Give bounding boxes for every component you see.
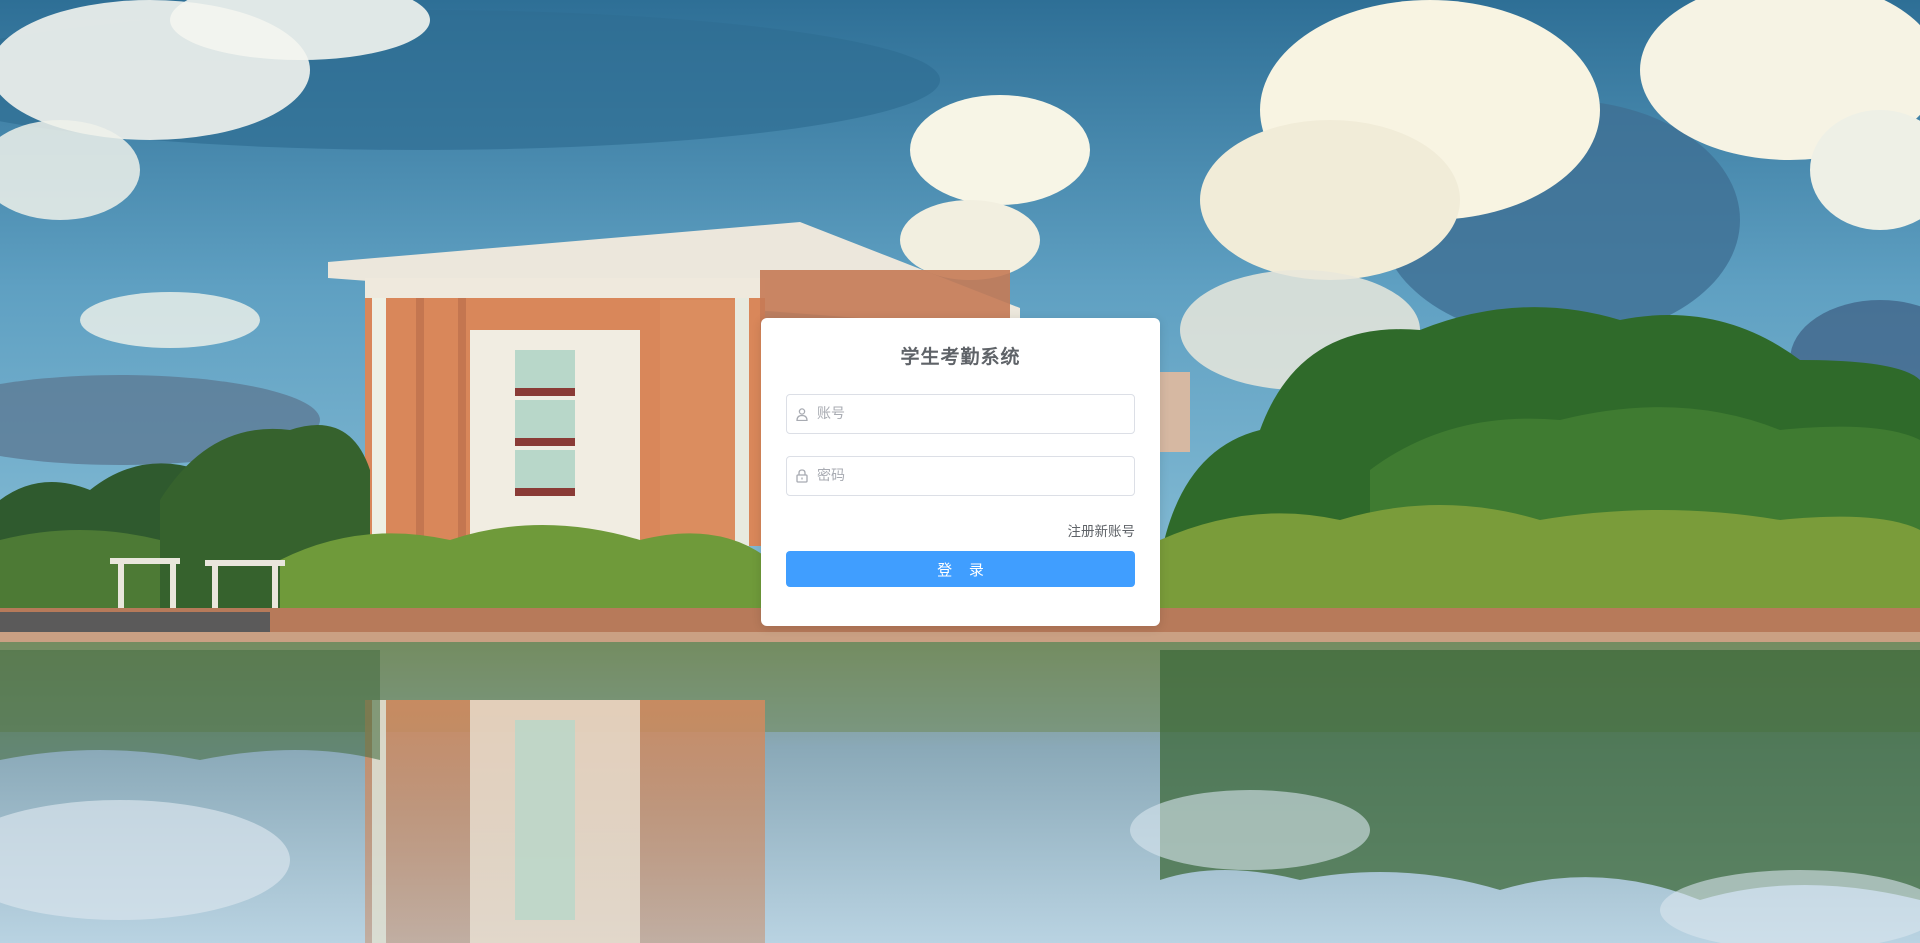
user-icon — [787, 395, 817, 433]
lock-icon — [787, 457, 817, 495]
login-button[interactable]: 登 录 — [786, 551, 1135, 587]
password-field[interactable] — [786, 456, 1135, 496]
username-input[interactable] — [817, 396, 1134, 432]
register-link[interactable]: 注册新账号 — [786, 523, 1136, 541]
login-card: 学生考勤系统 注册新账号 登 录 — [761, 318, 1160, 626]
username-field[interactable] — [786, 394, 1135, 434]
password-input[interactable] — [817, 458, 1134, 494]
page-title: 学生考勤系统 — [900, 346, 1021, 368]
